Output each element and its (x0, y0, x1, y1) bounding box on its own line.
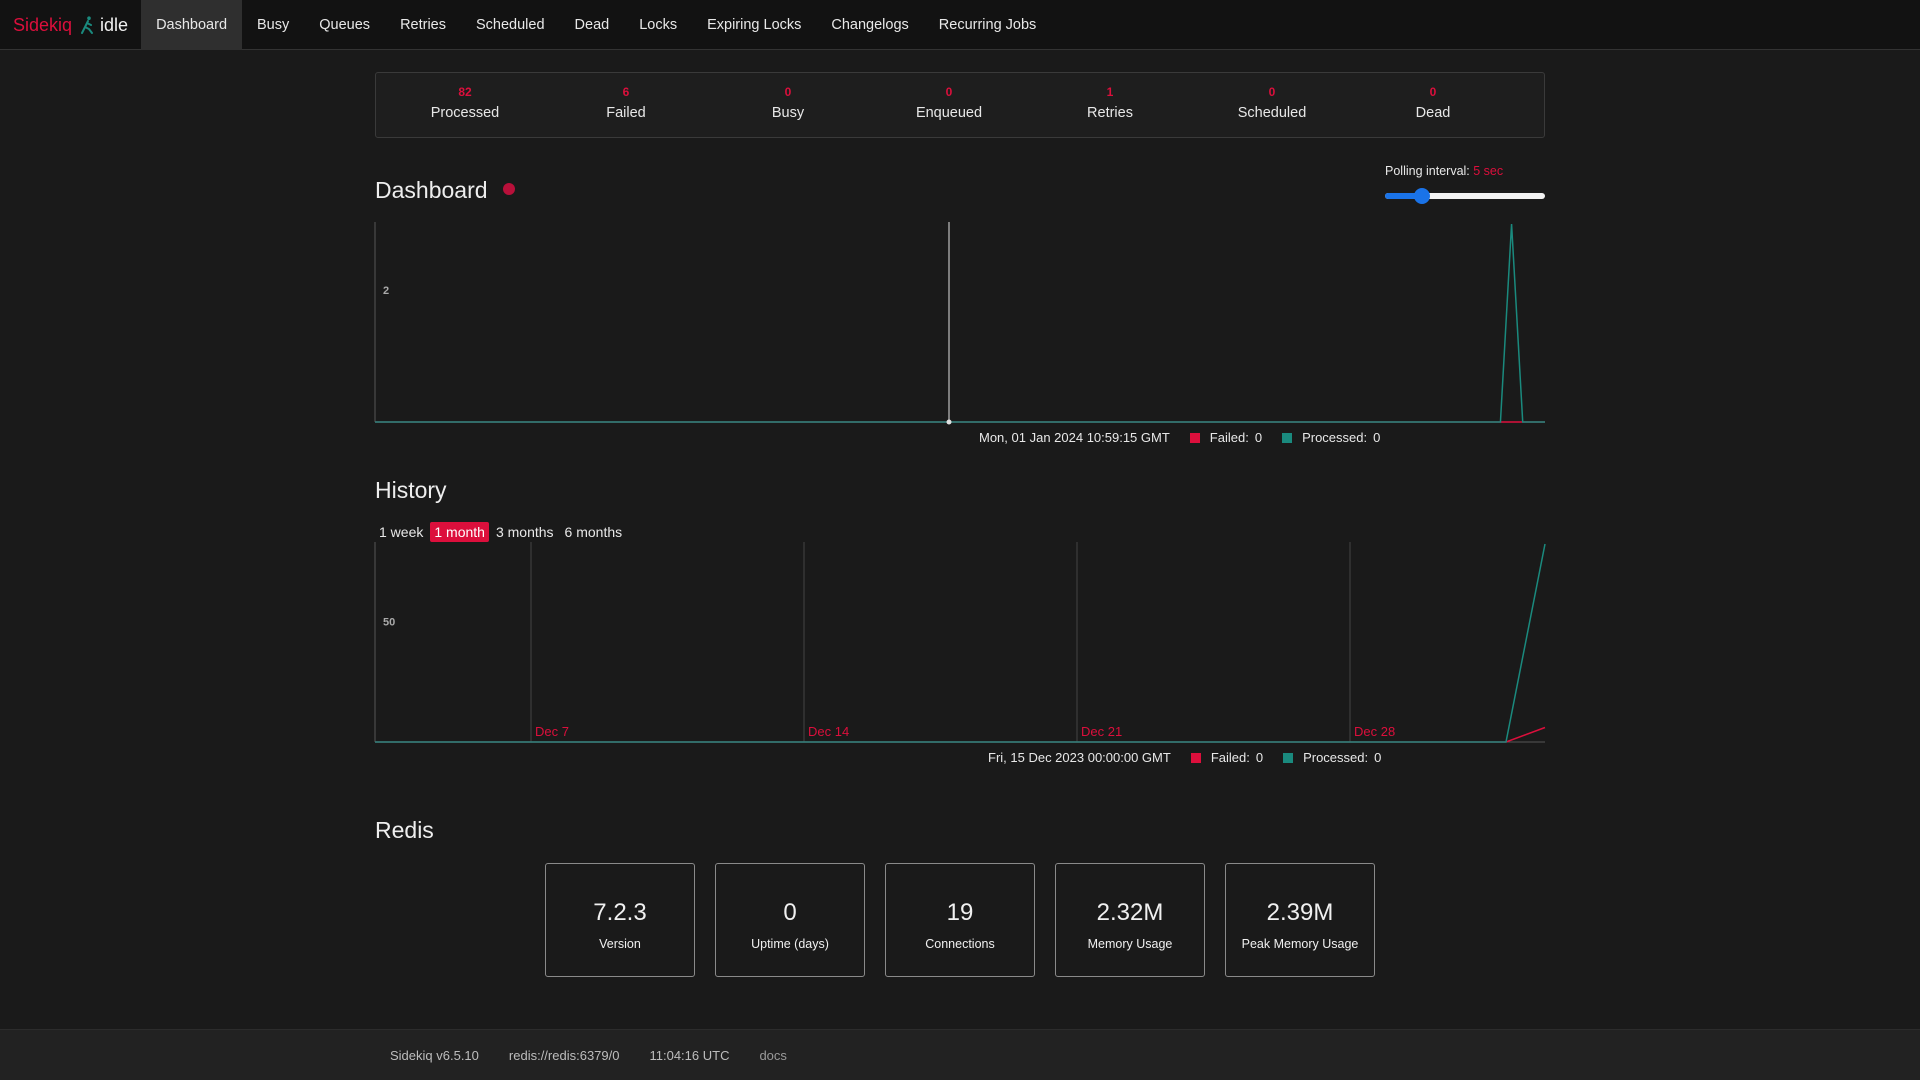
stat-retries[interactable]: 1 Retries (1035, 85, 1185, 121)
legend-processed-label: Processed: (1303, 750, 1369, 765)
nav-scheduled[interactable]: Scheduled (461, 0, 560, 50)
brand-status: idle (100, 14, 129, 35)
legend-time: Fri, 15 Dec 2023 00:00:00 GMT (988, 750, 1171, 765)
range-6-months[interactable]: 6 months (561, 522, 627, 542)
nav-retries[interactable]: Retries (385, 0, 461, 50)
footer-docs-link[interactable]: docs (759, 1048, 786, 1063)
legend-failed-label: Failed: (1210, 750, 1250, 765)
failed-swatch (1189, 432, 1200, 443)
nav-locks[interactable]: Locks (624, 0, 692, 50)
series-processed-line (375, 543, 1546, 743)
stat-count: 0 (784, 85, 792, 99)
redis-stat-value: 2.32M (1096, 899, 1164, 926)
stat-label: Processed (430, 105, 500, 121)
range-1-month[interactable]: 1 month (430, 522, 489, 542)
footer: Sidekiq v6.5.10 redis://redis:6379/0 11:… (0, 1029, 1920, 1080)
redis-stat-value: 7.2.3 (593, 899, 647, 926)
y-tick-label: 2 (383, 285, 389, 297)
legend-processed-label: Processed: (1302, 430, 1368, 445)
redis-uptime-box: 0 Uptime (days) (715, 863, 865, 977)
legend-failed-value: 0 (1255, 750, 1264, 765)
realtime-legend: Mon, 01 Jan 2024 10:59:15 GMT Failed: 0 … (979, 430, 1380, 445)
stat-count: 0 (945, 85, 953, 99)
redis-stat-label: Connections (925, 937, 995, 951)
stat-label: Retries (1087, 105, 1133, 121)
polling-interval-label: Polling interval: 5 sec (1385, 164, 1503, 178)
stat-count: 1 (1106, 85, 1114, 99)
footer-time: 11:04:16 UTC (649, 1047, 730, 1063)
brand[interactable]: Sidekiq idle (0, 0, 141, 50)
polling-interval-slider[interactable] (1385, 188, 1545, 204)
legend-failed-value: 0 (1254, 430, 1263, 445)
failed-swatch (1190, 752, 1201, 763)
stat-enqueued[interactable]: 0 Enqueued (874, 85, 1024, 121)
legend-time: Mon, 01 Jan 2024 10:59:15 GMT (979, 430, 1170, 445)
redis-title: Redis (375, 817, 434, 843)
stat-label: Dead (1415, 105, 1451, 121)
stat-label: Failed (606, 105, 646, 121)
footer-redis-url: redis://redis:6379/0 (508, 1047, 620, 1063)
live-beacon-icon (503, 183, 515, 195)
legend-processed-value: 0 (1373, 430, 1381, 445)
stat-dead[interactable]: 0 Dead (1358, 85, 1508, 121)
x-tick-label: Dec 28 (1354, 724, 1395, 739)
stat-label: Scheduled (1237, 105, 1307, 121)
redis-connections-box: 19 Connections (885, 863, 1035, 977)
nav-busy[interactable]: Busy (242, 0, 304, 50)
redis-peak-memory-box: 2.39M Peak Memory Usage (1225, 863, 1375, 977)
stat-failed[interactable]: 6 Failed (551, 85, 701, 121)
hover-point (946, 419, 952, 425)
slider-thumb[interactable] (1413, 188, 1430, 204)
nav-dashboard[interactable]: Dashboard (141, 0, 243, 50)
redis-stat-label: Memory Usage (1087, 937, 1173, 951)
legend-processed-value: 0 (1374, 750, 1382, 765)
x-tick-label: Dec 7 (535, 724, 569, 739)
range-3-months[interactable]: 3 months (492, 522, 558, 542)
runner-icon (80, 16, 94, 34)
stat-count: 0 (1268, 85, 1276, 99)
brand-name: Sidekiq (13, 14, 73, 35)
history-range-selector: 1 week 1 month 3 months 6 months (375, 522, 629, 542)
nav-expiring-locks[interactable]: Expiring Locks (692, 0, 816, 50)
range-1-week[interactable]: 1 week (375, 522, 427, 542)
nav-dead[interactable]: Dead (560, 0, 625, 50)
redis-version-box: 7.2.3 Version (545, 863, 695, 977)
stat-label: Enqueued (915, 105, 983, 121)
dashboard-title: Dashboard (375, 177, 488, 203)
redis-stat-value: 2.39M (1266, 899, 1334, 926)
processed-swatch (1282, 432, 1293, 443)
history-legend: Fri, 15 Dec 2023 00:00:00 GMT Failed: 0 … (988, 750, 1381, 765)
processed-swatch (1283, 752, 1294, 763)
redis-stat-value: 0 (783, 899, 797, 926)
stat-count: 6 (622, 85, 630, 99)
polling-value: 5 sec (1473, 164, 1504, 178)
navbar: Sidekiq idle Dashboard Busy Queues Retri… (0, 0, 1920, 50)
series-processed-line (375, 223, 1545, 423)
redis-stat-label: Peak Memory Usage (1241, 937, 1359, 951)
x-tick-label: Dec 14 (808, 724, 849, 739)
history-title: History (375, 477, 447, 503)
stat-busy[interactable]: 0 Busy (713, 85, 863, 121)
footer-version: Sidekiq v6.5.10 (390, 1047, 479, 1063)
nav-queues[interactable]: Queues (304, 0, 385, 50)
y-tick-label: 50 (383, 616, 395, 628)
redis-stat-label: Uptime (days) (751, 937, 829, 951)
polling-label-text: Polling interval: (1385, 164, 1470, 178)
nav-changelogs[interactable]: Changelogs (816, 0, 923, 50)
redis-memory-box: 2.32M Memory Usage (1055, 863, 1205, 977)
stat-count: 0 (1429, 85, 1437, 99)
redis-stat-value: 19 (946, 899, 974, 926)
stat-label: Busy (771, 105, 805, 121)
redis-stat-label: Version (599, 937, 641, 951)
nav-recurring-jobs[interactable]: Recurring Jobs (924, 0, 1052, 50)
stat-scheduled[interactable]: 0 Scheduled (1197, 85, 1347, 121)
history-chart[interactable]: 50 Dec 7 Dec 14 Dec 21 Dec 28 (374, 542, 1546, 744)
x-tick-label: Dec 21 (1081, 724, 1122, 739)
slider-fill (1385, 193, 1417, 199)
realtime-chart[interactable]: 2 (374, 222, 1545, 427)
summary-bar: 82 Processed 6 Failed 0 Busy 0 Enqueued … (375, 72, 1545, 138)
stat-processed[interactable]: 82 Processed (390, 85, 540, 121)
stat-count: 82 (458, 85, 472, 99)
legend-failed-label: Failed: (1209, 430, 1249, 445)
